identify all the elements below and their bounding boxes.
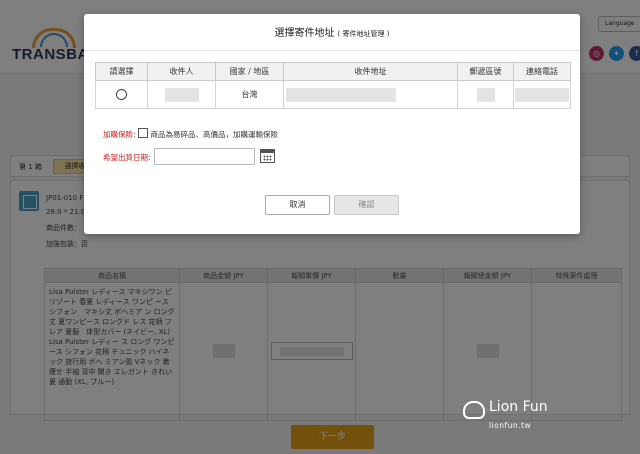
address-radio[interactable] [116, 89, 127, 100]
ship-date-label: 希望出貨日期: [103, 153, 151, 162]
col-address: 收件地址 [283, 62, 458, 81]
select-address-modal: 選擇寄件地址( 寄件地址管理 ) 請選擇 收件人 國家 / 地區 收件地址 郵遞… [84, 14, 580, 234]
insurance-text: 商品為易碎品、高價品，加購運輸保險 [150, 130, 279, 139]
modal-divider [84, 50, 580, 51]
watermark-brand: Lion Fun [489, 399, 548, 415]
ship-date-input[interactable] [154, 148, 255, 165]
lionfun-watermark: Lion Fun lionfun.tw [463, 395, 583, 439]
col-phone: 連絡電話 [513, 62, 571, 81]
watermark-url: lionfun.tw [489, 421, 532, 430]
modal-title: 選擇寄件地址( 寄件地址管理 ) [84, 24, 580, 39]
country-cell: 台灣 [215, 80, 284, 109]
calendar-icon[interactable] [260, 149, 275, 163]
select-cell [95, 80, 148, 109]
recipient-cell [147, 80, 216, 109]
phone-cell [513, 80, 571, 109]
address-row[interactable]: 台灣 [95, 80, 571, 109]
col-country: 國家 / 地區 [215, 62, 284, 81]
col-postal-code: 郵遞區號 [457, 62, 514, 81]
frog-icon [463, 401, 485, 419]
insurance-row: 加購保險: 商品為易碎品、高價品，加購運輸保險 [103, 128, 278, 140]
postal-code-cell [457, 80, 514, 109]
modal-title-text: 選擇寄件地址 [274, 28, 335, 39]
col-select: 請選擇 [95, 62, 148, 81]
confirm-button[interactable]: 確認 [334, 195, 399, 215]
cancel-button[interactable]: 取消 [265, 195, 330, 215]
col-recipient: 收件人 [147, 62, 216, 81]
insurance-label: 加購保險: [103, 130, 136, 139]
address-cell [283, 80, 458, 109]
insurance-checkbox[interactable] [137, 128, 148, 138]
address-management-link[interactable]: ( 寄件地址管理 ) [338, 30, 390, 38]
address-table: 請選擇 收件人 國家 / 地區 收件地址 郵遞區號 連絡電話 台灣 [95, 62, 571, 109]
